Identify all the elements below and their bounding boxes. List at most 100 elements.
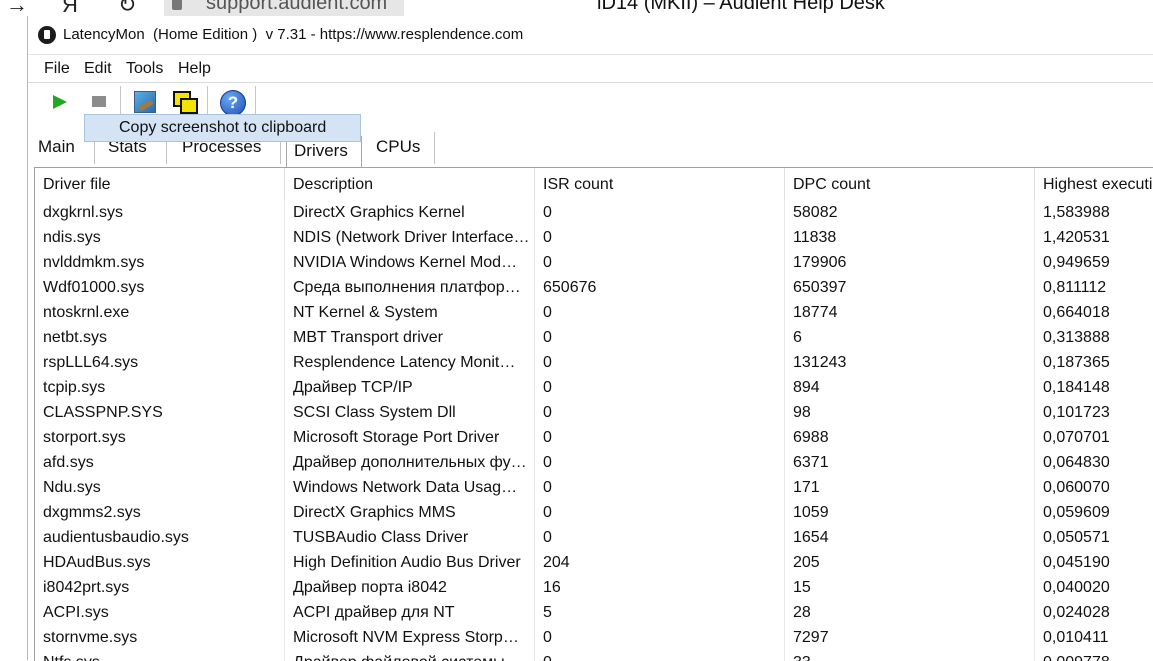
- table-row[interactable]: rspLLL64.sys Resplendence Latency Monit… 0…: [35, 350, 1153, 375]
- cell-highest-execution: 0,045190: [1043, 554, 1110, 571]
- cell-highest-execution: 0,664018: [1043, 304, 1110, 321]
- back-arrow-icon[interactable]: →: [6, 0, 28, 16]
- title-bar[interactable]: LatencyMon (Home Edition ) v 7.31 - http…: [28, 16, 1153, 53]
- tooltip-text: Copy screenshot to clipboard: [119, 119, 327, 136]
- table-row[interactable]: netbt.sys MBT Transport driver 0 6 0,313888: [35, 325, 1153, 350]
- cell-highest-execution: 0,313888: [1043, 329, 1110, 346]
- menu-file[interactable]: File: [44, 60, 70, 78]
- cell-dpc-count: 1654: [785, 525, 1035, 550]
- cell-isr-count: 16: [535, 575, 785, 600]
- start-button[interactable]: [46, 89, 72, 115]
- table-row[interactable]: CLASSPNP.SYS SCSI Class System Dll 0 98 0,10…: [35, 400, 1153, 425]
- cell-isr-count: 204: [535, 550, 785, 575]
- cell-dpc-count: 7297: [785, 625, 1035, 650]
- menu-tools[interactable]: Tools: [126, 60, 163, 78]
- cell-isr-count: 0: [535, 200, 785, 225]
- cell-dpc-count: 894: [785, 375, 1035, 400]
- browser-logo-icon[interactable]: Я: [62, 0, 78, 16]
- cell-dpc-count: 98: [785, 400, 1035, 425]
- tab-label: CPUs: [376, 137, 421, 156]
- menu-bar: File Edit Tools Help: [28, 54, 1153, 82]
- cell-driver-file: Wdf01000.sys: [35, 275, 285, 300]
- cell-isr-count: 0: [535, 350, 785, 375]
- tab-label: Main: [38, 137, 75, 156]
- cell-description: NT Kernel & System: [285, 300, 535, 325]
- cell-driver-file: storport.sys: [35, 425, 285, 450]
- cell-isr-count: 650676: [535, 275, 785, 300]
- copy-screenshot-button[interactable]: [171, 89, 198, 115]
- cell-highest-execution: 0,184148: [1043, 379, 1110, 396]
- tab-label: Drivers: [294, 141, 348, 160]
- toolbar-separator: [255, 86, 256, 116]
- cell-driver-file: rspLLL64.sys: [35, 350, 285, 375]
- cell-description: ACPI драйвер для NT: [285, 600, 535, 625]
- column-header-dpc-count[interactable]: DPC count: [785, 168, 1035, 200]
- cell-driver-file: i8042prt.sys: [35, 575, 285, 600]
- cell-driver-file: ndis.sys: [35, 225, 285, 250]
- table-row[interactable]: HDAudBus.sys High Definition Audio Bus Dr…: [35, 550, 1153, 575]
- column-header-driver-file[interactable]: Driver file: [35, 168, 285, 200]
- play-icon: [53, 95, 67, 109]
- table-row[interactable]: Wdf01000.sys Среда выполнения платфор… 650…: [35, 275, 1153, 300]
- screenshot-button[interactable]: [131, 89, 157, 115]
- cell-description: DirectX Graphics Kernel: [285, 200, 535, 225]
- cell-dpc-count: 205: [785, 550, 1035, 575]
- table-row[interactable]: dxgkrnl.sys DirectX Graphics Kernel 0 58082…: [35, 200, 1153, 225]
- cell-highest-execution: 0,060070: [1043, 479, 1110, 496]
- window-title: LatencyMon (Home Edition ) v 7.31 - http…: [63, 26, 524, 43]
- table-row[interactable]: tcpip.sys Драйвер TCP/IP 0 894 0,184148: [35, 375, 1153, 400]
- menu-help[interactable]: Help: [178, 60, 211, 78]
- cell-dpc-count: 15: [785, 575, 1035, 600]
- drivers-table: Driver file Description ISR count DPC co…: [34, 167, 1153, 661]
- cell-highest-execution: 0,064830: [1043, 454, 1110, 471]
- table-row[interactable]: ntoskrnl.exe NT Kernel & System 0 18774 0,66…: [35, 300, 1153, 325]
- cell-description: Драйвер дополнительных фу…: [285, 450, 535, 475]
- cell-isr-count: 0: [535, 475, 785, 500]
- table-row[interactable]: storport.sys Microsoft Storage Port Drive…: [35, 425, 1153, 450]
- cell-highest-execution: 0,070701: [1043, 429, 1110, 446]
- cell-dpc-count: 171: [785, 475, 1035, 500]
- address-text[interactable]: support.audient.com: [206, 0, 387, 15]
- table-row[interactable]: Ntfs.sysДрайвер файловой системы…0330,00…: [35, 650, 1153, 661]
- cell-driver-file: tcpip.sys: [35, 375, 285, 400]
- table-row[interactable]: stornvme.sys Microsoft NVM Express Storp……: [35, 625, 1153, 650]
- cell-dpc-count: 1059: [785, 500, 1035, 525]
- browser-page-title: iD14 (MKII) – Audient Help Desk: [597, 0, 885, 14]
- cell-isr-count: 0: [535, 300, 785, 325]
- table-row[interactable]: dxgmms2.sys DirectX Graphics MMS 0 1059 0,05…: [35, 500, 1153, 525]
- table-row[interactable]: afd.sys Драйвер дополнительных фу… 0 6371 0,…: [35, 450, 1153, 475]
- cell-description: TUSBAudio Class Driver: [285, 525, 535, 550]
- table-row[interactable]: ndis.sys NDIS (Network Driver Interface… 0…: [35, 225, 1153, 250]
- copy-icon-back: [180, 98, 198, 114]
- cell-isr-count: 0: [535, 225, 785, 250]
- cell-dpc-count: 18774: [785, 300, 1035, 325]
- cell-isr-count: 0: [535, 450, 785, 475]
- stop-icon: [92, 96, 106, 107]
- table-row[interactable]: nvlddmkm.sys NVIDIA Windows Kernel Mod… 0 1…: [35, 250, 1153, 275]
- cell-highest-execution: 0,009778: [1035, 650, 1153, 661]
- cell-description: MBT Transport driver: [285, 325, 535, 350]
- cell-description: Windows Network Data Usag…: [285, 475, 535, 500]
- help-button[interactable]: ?: [219, 89, 246, 116]
- menu-edit[interactable]: Edit: [84, 60, 112, 78]
- screenshot-icon: [134, 91, 156, 113]
- cell-description: SCSI Class System Dll: [285, 400, 535, 425]
- column-header-isr-count[interactable]: ISR count: [535, 168, 785, 200]
- cell-driver-file: Ndu.sys: [35, 475, 285, 500]
- cell-description: Драйвер файловой системы…: [285, 650, 535, 661]
- tab-cpus[interactable]: CPUs: [364, 132, 435, 164]
- stop-button[interactable]: [86, 89, 112, 115]
- cell-dpc-count: 11838: [785, 225, 1035, 250]
- cell-isr-count: 0: [535, 375, 785, 400]
- table-row[interactable]: i8042prt.sys Драйвер порта i8042 16 15 0,040…: [35, 575, 1153, 600]
- cell-driver-file: ACPI.sys: [35, 600, 285, 625]
- reload-icon[interactable]: ↻: [118, 0, 136, 16]
- table-row[interactable]: ACPI.sys ACPI драйвер для NT 5 28 0,024028: [35, 600, 1153, 625]
- column-header-highest-execution[interactable]: Highest executi: [1035, 168, 1153, 200]
- cell-highest-execution: 0,059609: [1043, 504, 1110, 521]
- column-header-description[interactable]: Description: [285, 168, 535, 200]
- cell-driver-file: netbt.sys: [35, 325, 285, 350]
- table-row[interactable]: Ndu.sys Windows Network Data Usag… 0 171 0,0…: [35, 475, 1153, 500]
- cell-highest-execution: 1,583988: [1043, 204, 1110, 221]
- table-row[interactable]: audientusbaudio.sys TUSBAudio Class Drive…: [35, 525, 1153, 550]
